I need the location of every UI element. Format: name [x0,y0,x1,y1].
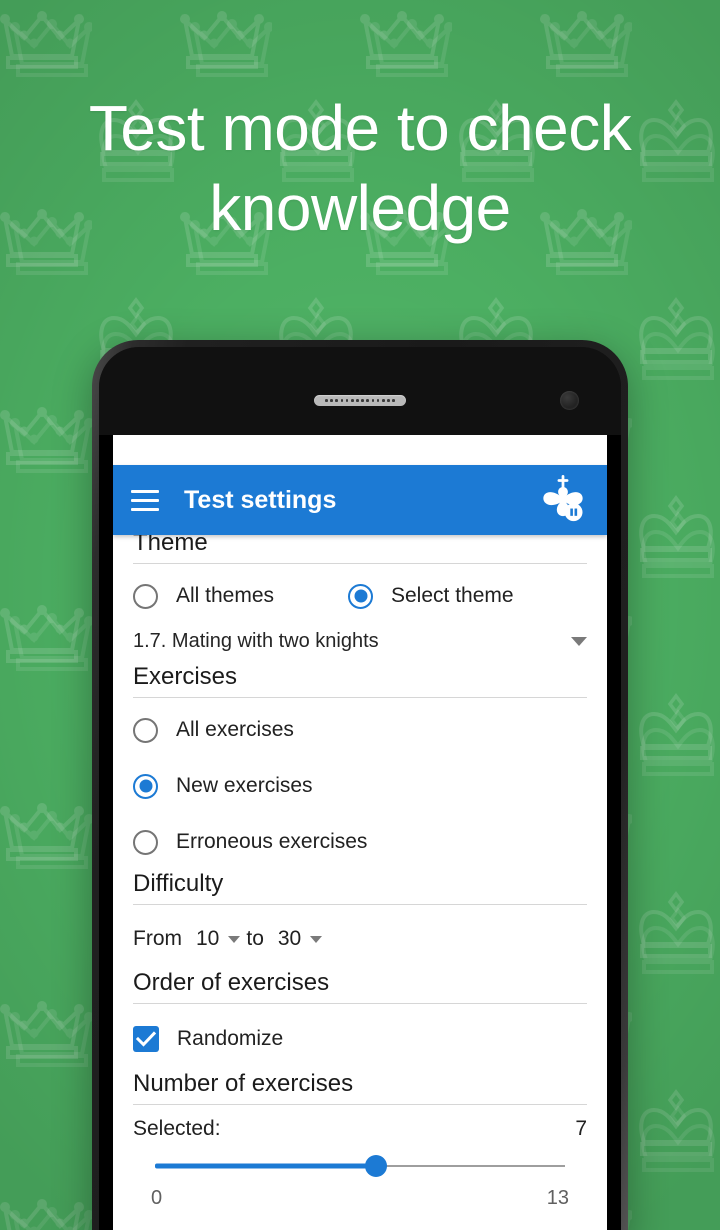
exercise-count-slider[interactable] [155,1145,565,1187]
selected-value: 7 [575,1117,587,1140]
section-header-order: Order of exercises [133,969,330,996]
difficulty-from-label: From [133,927,182,950]
selected-label: Selected: [133,1117,221,1140]
difficulty-from-value: 10 [196,927,220,950]
checkbox-indicator-checked [133,1026,159,1052]
difficulty-range-row: From 10 to 30 [133,909,587,969]
radio-label: All themes [176,584,275,607]
slider-thumb[interactable] [365,1155,388,1177]
radio-erroneous-exercises[interactable]: Erroneous exercises [133,814,587,870]
divider [133,563,587,564]
chevron-down-icon [310,935,323,943]
radio-label: Select theme [391,584,514,607]
difficulty-to-label: to [246,927,264,950]
difficulty-to-spinner[interactable]: 30 [277,927,323,951]
section-header-difficulty: Difficulty [133,870,224,897]
front-camera-icon [560,391,579,410]
app-bar-title: Test settings [184,485,337,514]
radio-label: New exercises [176,774,313,797]
radio-indicator-selected [133,773,158,799]
checkbox-randomize[interactable]: Randomize [133,1008,587,1070]
theme-spinner-value: 1.7. Mating with two knights [133,630,379,652]
chess-king-pause-logo[interactable] [537,474,589,526]
slider-max-label: 13 [546,1187,569,1209]
divider [133,1003,587,1004]
divider [133,1104,587,1105]
radio-all-themes[interactable]: All themes [133,568,348,624]
radio-indicator [133,583,158,609]
app-bar: Test settings [113,465,607,535]
checkbox-label: Randomize [177,1027,284,1050]
section-header-number: Number of exercises [133,1070,354,1097]
radio-label: Erroneous exercises [176,830,368,853]
promo-page: Test mode to check knowledge Theme All t… [0,0,720,1230]
app-screen: Theme All themes Select theme 1.7. Matin… [113,435,607,1230]
theme-radio-group: All themes Select theme [133,568,587,624]
phone-screen: Theme All themes Select theme 1.7. Matin… [99,435,621,1230]
chevron-down-icon [571,637,587,646]
difficulty-to-value: 30 [277,927,302,950]
section-header-exercises: Exercises [133,663,238,690]
hamburger-menu-icon[interactable] [131,489,159,511]
radio-indicator [133,717,158,743]
slider-range-labels: 0 13 [151,1187,569,1210]
radio-label: All exercises [176,718,294,741]
selected-count-row: Selected: 7 [133,1109,587,1141]
difficulty-from-spinner[interactable]: 10 [196,927,241,951]
chevron-down-icon [228,935,241,943]
earpiece-speaker-icon [314,395,406,406]
divider [133,904,587,905]
radio-new-exercises[interactable]: New exercises [133,758,587,814]
radio-select-theme[interactable]: Select theme [348,568,514,624]
radio-indicator-selected [348,583,373,609]
radio-indicator [133,829,158,855]
promo-headline: Test mode to check knowledge [88,92,632,244]
radio-all-exercises[interactable]: All exercises [133,702,587,758]
theme-spinner[interactable]: 1.7. Mating with two knights [133,624,587,663]
divider [133,697,587,698]
phone-mockup: Theme All themes Select theme 1.7. Matin… [92,340,628,1230]
settings-scroll-content: Theme All themes Select theme 1.7. Matin… [113,435,607,1230]
start-test-button-wrap: START TEST [133,1210,587,1230]
slider-min-label: 0 [151,1187,163,1209]
phone-body: Theme All themes Select theme 1.7. Matin… [99,347,621,1230]
phone-top-bezel [99,347,621,435]
slider-track-fill [155,1163,377,1169]
